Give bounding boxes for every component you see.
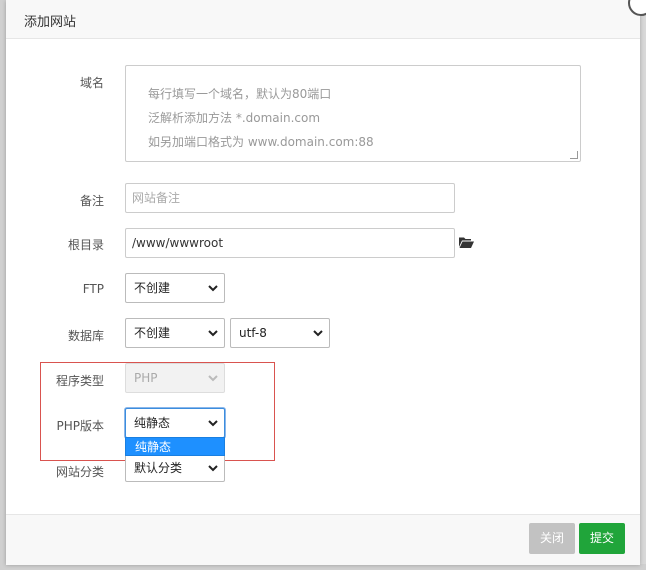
database-label: 数据库 (67, 329, 104, 343)
category-select-value: 默认分类 (134, 461, 183, 475)
php-version-select-value: 纯静态 (134, 416, 171, 430)
category-label: 网站分类 (55, 465, 104, 479)
php-version-select[interactable]: 纯静态 (125, 408, 225, 438)
chevron-down-icon (208, 330, 218, 337)
dialog-footer: 关闭 提交 (6, 514, 640, 565)
note-input[interactable]: 网站备注 (125, 183, 455, 213)
charset-select[interactable]: utf-8 (230, 318, 330, 348)
dialog-titlebar: 添加网站 (6, 0, 640, 39)
resize-handle-icon[interactable] (570, 151, 578, 159)
ftp-select-value: 不创建 (134, 281, 171, 295)
root-dir-input[interactable]: /www/wwwroot (125, 228, 455, 258)
chevron-down-icon (208, 375, 218, 382)
domain-placeholder-line: 每行填写一个域名，默认为80端口 (148, 87, 332, 101)
domain-placeholder-line: 如另加端口格式为 www.domain.com:88 (148, 135, 374, 149)
program-type-select: PHP (125, 363, 225, 393)
ftp-label: FTP (82, 282, 104, 296)
chevron-down-icon (208, 465, 218, 472)
category-select[interactable]: 默认分类 (125, 454, 225, 482)
database-select[interactable]: 不创建 (125, 318, 225, 348)
domain-label: 域名 (79, 76, 104, 90)
domain-placeholder-line: 泛解析添加方法 *.domain.com (148, 111, 321, 125)
database-select-value: 不创建 (134, 326, 171, 340)
charset-select-value: utf-8 (239, 326, 267, 340)
program-type-label: 程序类型 (55, 374, 104, 388)
ftp-select[interactable]: 不创建 (125, 273, 225, 303)
php-version-label: PHP版本 (56, 419, 105, 433)
dialog-title: 添加网站 (24, 15, 77, 30)
submit-button[interactable]: 提交 (579, 523, 625, 554)
add-site-dialog: 添加网站 域名 每行填写一个域名，默认为80端口 泛解析添加方法 *.domai… (6, 0, 646, 565)
close-button[interactable]: 关闭 (529, 523, 575, 554)
chevron-down-icon (313, 330, 323, 337)
domain-textarea[interactable]: 每行填写一个域名，默认为80端口 泛解析添加方法 *.domain.com 如另… (125, 65, 581, 162)
chevron-down-icon (208, 420, 218, 427)
program-type-select-value: PHP (134, 371, 158, 385)
php-version-option[interactable]: 纯静态 (125, 437, 225, 456)
root-dir-label: 根目录 (67, 238, 104, 252)
note-label: 备注 (79, 194, 104, 208)
folder-open-icon[interactable] (459, 236, 474, 248)
chevron-down-icon (208, 285, 218, 292)
